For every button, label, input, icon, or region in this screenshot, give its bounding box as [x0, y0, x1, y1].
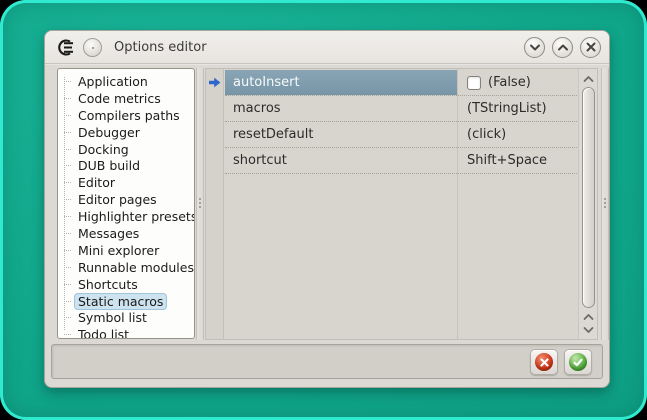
menu-dot-icon	[92, 47, 94, 49]
close-x-icon	[586, 42, 596, 52]
property-row-shortcut[interactable]: shortcut Shift+Space	[225, 148, 577, 174]
scrollbar-thumb[interactable]	[582, 87, 595, 308]
tree-root-line	[64, 77, 65, 330]
property-grid: autoInsert (False) macros (TStringList) …	[205, 68, 598, 340]
maximize-button[interactable]	[552, 37, 573, 58]
chevron-down-icon	[583, 326, 594, 334]
sidebar-item-shortcuts[interactable]: Shortcuts	[62, 276, 192, 293]
titlebar[interactable]: Options editor	[45, 31, 609, 64]
tree-branch-icon	[64, 165, 71, 166]
sidebar-item-dub-build[interactable]: DUB build	[62, 157, 192, 174]
chevron-up-icon	[583, 313, 594, 321]
red-circle-x-icon	[535, 353, 553, 371]
property-value-cell: (click)	[457, 127, 577, 142]
sidebar-item-todo-list[interactable]: Todo list	[62, 326, 192, 339]
tree-branch-icon	[64, 182, 71, 183]
property-name-cell: resetDefault	[225, 122, 457, 147]
tree-branch-icon	[64, 115, 71, 116]
property-row-macros[interactable]: macros (TStringList)	[225, 96, 577, 122]
options-editor-window: Options editor Application Code metrics …	[44, 30, 610, 388]
property-name-cell: macros	[225, 96, 457, 121]
chevron-down-icon	[529, 43, 541, 52]
tree-branch-icon	[64, 267, 71, 268]
tree-branch-icon	[64, 149, 71, 150]
sidebar-item-static-macros[interactable]: Static macros	[62, 293, 192, 310]
accept-button[interactable]	[564, 349, 592, 375]
sidebar-item-code-metrics[interactable]: Code metrics	[62, 90, 192, 107]
selected-row-arrow-icon	[209, 77, 221, 88]
property-grid-gutter	[206, 69, 224, 339]
property-name-cell: shortcut	[225, 148, 457, 173]
chevron-up-icon	[583, 75, 594, 83]
sidebar-item-editor[interactable]: Editor	[62, 174, 192, 191]
category-tree: Application Code metrics Compilers paths…	[57, 68, 195, 339]
sidebar-item-compilers-paths[interactable]: Compilers paths	[62, 107, 192, 124]
client-area: Application Code metrics Compilers paths…	[45, 65, 609, 387]
tree-branch-icon	[64, 301, 71, 302]
scroll-down-button[interactable]	[581, 323, 596, 336]
sidebar-item-mini-explorer[interactable]: Mini explorer	[62, 242, 192, 259]
sidebar-splitter[interactable]	[196, 68, 204, 340]
tree-branch-icon	[64, 317, 71, 318]
sidebar-item-runnable-modules[interactable]: Runnable modules	[62, 259, 192, 276]
tree-branch-icon	[64, 216, 71, 217]
name-value-divider	[457, 69, 458, 339]
minimize-button[interactable]	[524, 37, 545, 58]
splitter-grip-icon	[199, 196, 202, 210]
sidebar-item-application[interactable]: Application	[62, 73, 192, 90]
checkbox-unchecked[interactable]	[467, 76, 481, 90]
window-menu-button[interactable]	[83, 38, 102, 57]
footer-panel	[51, 344, 603, 379]
window-controls	[524, 37, 601, 58]
sidebar-item-editor-pages[interactable]: Editor pages	[62, 191, 192, 208]
property-value-cell: (False)	[457, 75, 577, 90]
sidebar-item-symbol-list[interactable]: Symbol list	[62, 309, 192, 326]
grid-vertical-scrollbar	[578, 69, 597, 339]
sidebar-item-docking[interactable]: Docking	[62, 141, 192, 158]
property-value-cell: (TStringList)	[457, 101, 577, 116]
tree-branch-icon	[64, 81, 71, 82]
window-title: Options editor	[114, 40, 207, 55]
tree-branch-icon	[64, 98, 71, 99]
sidebar-item-messages[interactable]: Messages	[62, 225, 192, 242]
tree-branch-icon	[64, 284, 71, 285]
desktop-background: Options editor Application Code metrics …	[0, 0, 647, 420]
property-name-cell: autoInsert	[225, 70, 457, 95]
coedit-logo-icon	[57, 39, 75, 56]
tree-branch-icon	[64, 132, 71, 133]
tree-branch-icon	[64, 199, 71, 200]
splitter-grip-icon	[604, 196, 607, 210]
close-button[interactable]	[580, 37, 601, 58]
sidebar-item-debugger[interactable]: Debugger	[62, 124, 192, 141]
property-value-text: (False)	[488, 75, 531, 90]
tree-branch-icon	[64, 233, 71, 234]
tree-branch-icon	[64, 250, 71, 251]
property-value-cell: Shift+Space	[457, 153, 577, 168]
cancel-button[interactable]	[530, 349, 558, 375]
green-circle-check-icon	[569, 353, 587, 371]
tree-branch-icon	[64, 334, 71, 335]
right-panel-splitter[interactable]	[601, 68, 609, 340]
scroll-up-button-bottom[interactable]	[581, 310, 596, 323]
property-row-resetdefault[interactable]: resetDefault (click)	[225, 122, 577, 148]
property-row-autoinsert[interactable]: autoInsert (False)	[225, 70, 577, 96]
property-rows: autoInsert (False) macros (TStringList) …	[225, 70, 577, 174]
sidebar-item-highlighter-presets[interactable]: Highlighter presets	[62, 208, 192, 225]
chevron-up-icon	[557, 43, 569, 52]
scroll-up-button[interactable]	[581, 72, 596, 85]
